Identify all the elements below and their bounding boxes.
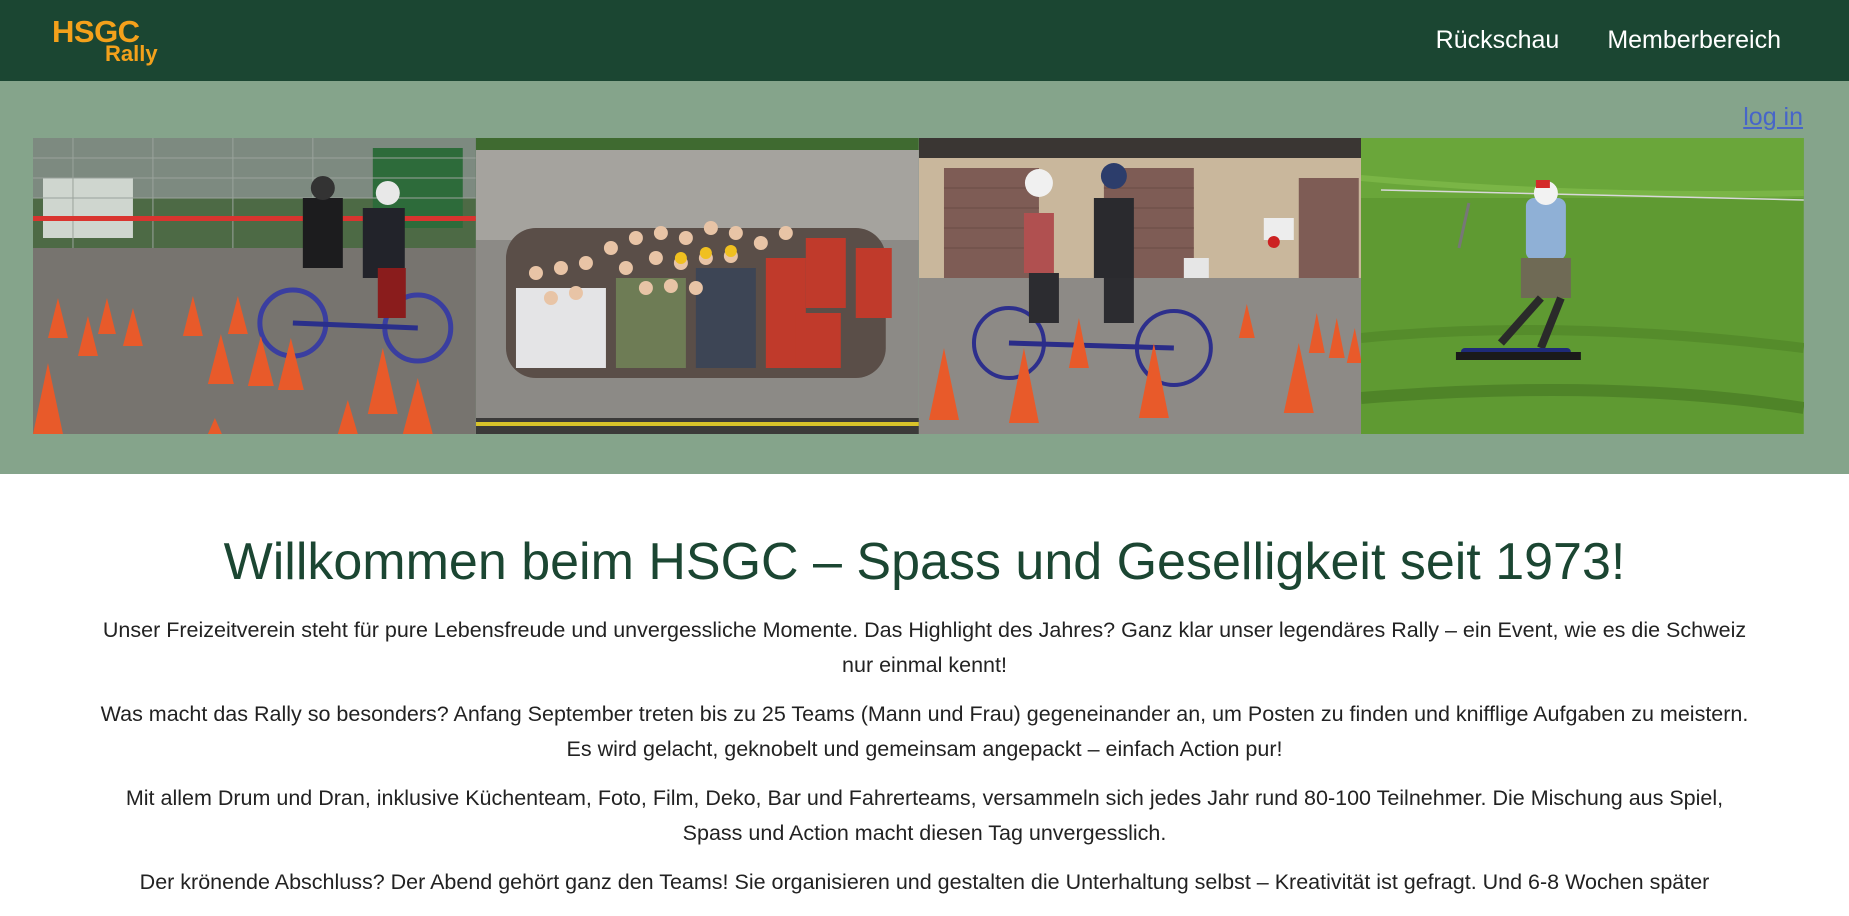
- group-photo: [475, 138, 919, 434]
- top-navbar: HSGC Rally Rückschau Memberbereich: [0, 0, 1849, 81]
- hero-section: log in: [0, 81, 1849, 474]
- tandem-bike-garage-photo: [918, 138, 1362, 434]
- page-title: Willkommen beim HSGC – Spass und Geselli…: [223, 533, 1626, 591]
- photo-gallery: [33, 138, 1804, 434]
- intro-paragraph-1: Unser Freizeitverein steht für pure Lebe…: [102, 618, 1747, 677]
- nav-item-rueckschau[interactable]: Rückschau: [1436, 26, 1560, 55]
- intro-paragraph-4: Der krönende Abschluss? Der Abend gehört…: [139, 870, 1710, 894]
- intro-paragraph-2: Was macht das Rally so besonders? Anfang…: [100, 702, 1749, 761]
- main-nav: Rückschau Memberbereich: [1436, 26, 1781, 55]
- main-content: Willkommen beim HSGC – Spass und Geselli…: [0, 474, 1849, 900]
- logo-text-rally: Rally: [105, 41, 158, 66]
- tandem-bike-cones-photo: [33, 138, 476, 434]
- nav-item-memberbereich[interactable]: Memberbereich: [1607, 26, 1781, 55]
- grass-ski-photo: [1361, 138, 1804, 434]
- login-link[interactable]: log in: [1743, 103, 1803, 132]
- intro-paragraph-3: Mit allem Drum und Dran, inklusive Küche…: [125, 786, 1724, 845]
- site-logo[interactable]: HSGC Rally: [52, 16, 158, 65]
